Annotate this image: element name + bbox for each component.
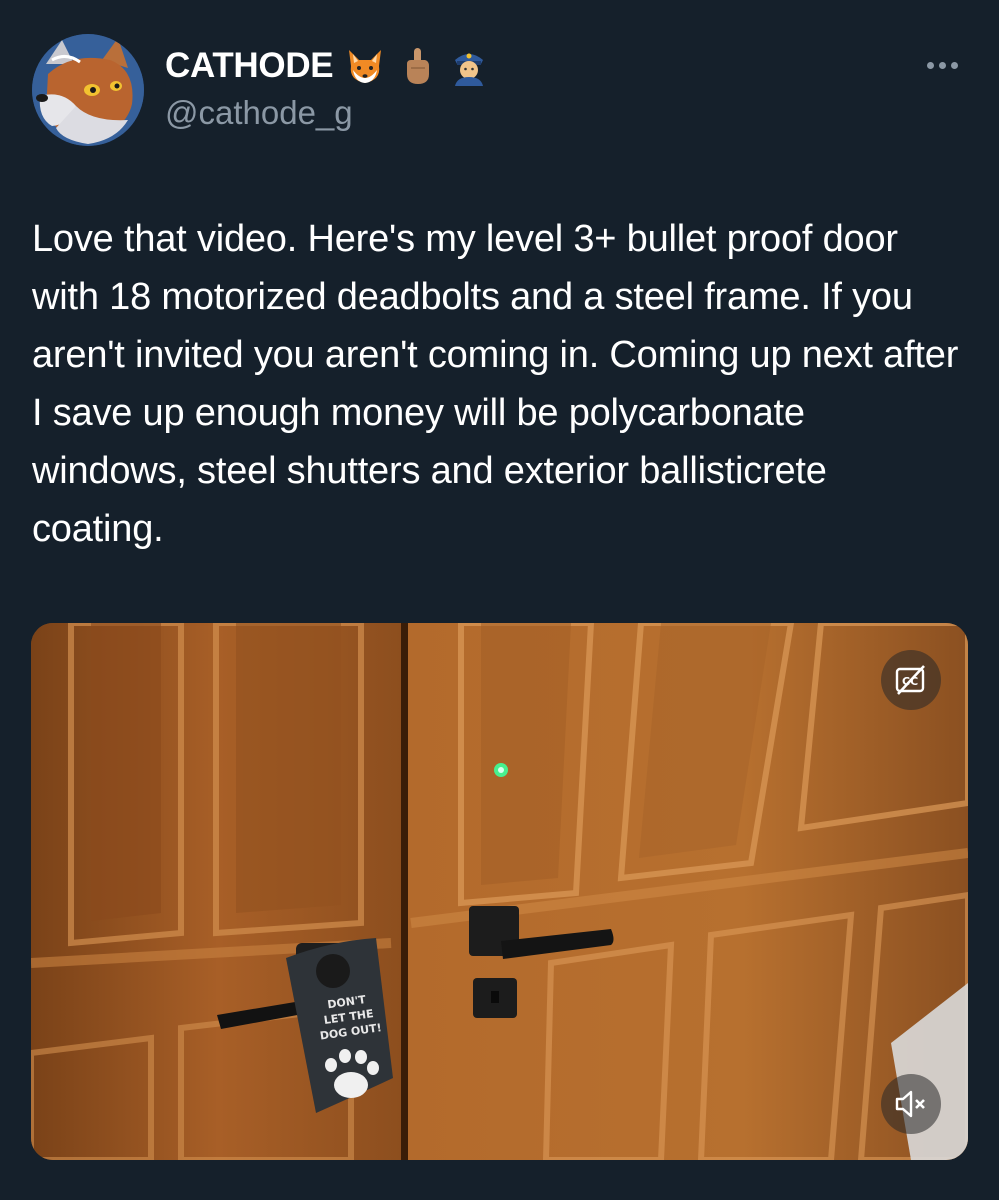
tweet: CATHODE @cathode_g Love that video. Here…	[0, 0, 999, 1200]
more-dot-icon	[926, 61, 934, 69]
fox-emoji-icon	[345, 46, 385, 86]
raised-finger-icon	[397, 46, 437, 86]
avatar[interactable]	[32, 34, 144, 146]
more-options-button[interactable]	[918, 50, 966, 80]
police-officer-icon	[449, 46, 489, 86]
closed-captions-button[interactable]: CC	[881, 650, 941, 710]
door-video-frame	[31, 623, 968, 1160]
display-name[interactable]: CATHODE	[165, 46, 334, 86]
unmute-button[interactable]	[881, 1074, 941, 1134]
more-dot-icon	[938, 61, 946, 69]
more-dot-icon	[950, 61, 958, 69]
fox-avatar-image	[32, 34, 144, 146]
closed-captions-off-icon: CC	[895, 665, 925, 695]
author-handle[interactable]: @cathode_g	[165, 94, 353, 132]
author-name-row: CATHODE	[165, 40, 489, 92]
muted-speaker-icon	[895, 1090, 925, 1118]
tweet-video[interactable]: DON'T LET THE DOG OUT! CC	[31, 623, 968, 1160]
tweet-text: Love that video. Here's my level 3+ bull…	[32, 218, 959, 550]
